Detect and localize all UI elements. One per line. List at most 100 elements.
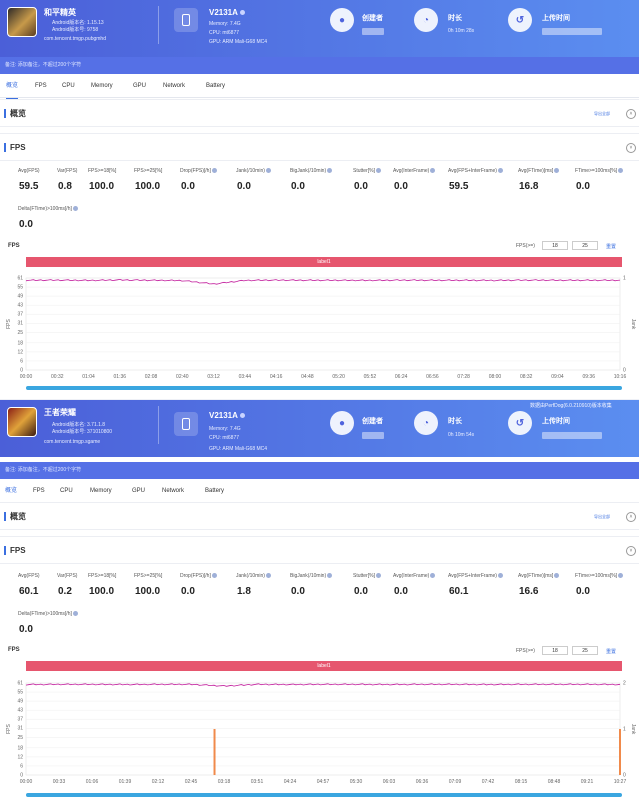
legend-label1[interactable]: label1 — [26, 661, 622, 671]
stat-label: Var(FPS) — [57, 573, 78, 579]
duration-value: 0h 10m 28s — [448, 28, 475, 34]
help-icon[interactable] — [265, 168, 271, 174]
stat-label: Jank(/10min) — [236, 573, 271, 579]
y-axis-label: FPS — [6, 318, 12, 328]
x-tick-label: 03:44 — [239, 374, 252, 380]
tab-fps[interactable]: FPS — [35, 74, 47, 98]
upload-time-label: 上传时间 — [542, 418, 570, 425]
chart-scrollbar[interactable] — [26, 386, 622, 390]
help-icon[interactable] — [72, 206, 78, 212]
tab-overview[interactable]: 概览 — [5, 479, 18, 504]
x-tick-label: 09:21 — [581, 779, 594, 785]
help-icon[interactable] — [211, 573, 217, 579]
section-marker — [4, 143, 6, 152]
x-tick-label: 00:33 — [53, 779, 66, 785]
y2-tick-label: 0 — [623, 368, 626, 374]
stat-label: Drop(FPS)[/h] — [180, 168, 217, 174]
help-icon[interactable] — [430, 573, 436, 579]
y2-axis-label: Jank — [630, 724, 636, 735]
device-name: V2131A — [209, 411, 245, 420]
note-field[interactable]: 备注: 添加备注，不超过200个字符 — [0, 57, 639, 74]
help-icon[interactable] — [211, 168, 217, 174]
overview-section: 概览 导出全部 ˄ — [0, 502, 639, 530]
x-tick-label: 03:51 — [251, 779, 264, 785]
fps-chart: 0612182531374349556100:00 00:33 01:06 01:39… — [6, 681, 636, 786]
phone-icon — [174, 412, 198, 436]
chart-scrollbar[interactable] — [26, 793, 622, 797]
info-icon[interactable] — [239, 413, 245, 419]
phone-icon — [174, 8, 198, 32]
tab-network[interactable]: Network — [163, 74, 185, 98]
chevron-down-icon[interactable]: ˅ — [626, 546, 636, 556]
tab-network[interactable]: Network — [162, 479, 184, 503]
y-tick-label: 18 — [17, 340, 23, 346]
tab-battery[interactable]: Battery — [206, 74, 225, 98]
help-icon[interactable] — [375, 168, 381, 174]
fps-threshold-input-2[interactable]: 25 — [572, 241, 598, 250]
tab-gpu[interactable]: GPU — [133, 74, 146, 98]
app-name: 王者荣耀 — [44, 408, 76, 417]
tab-battery[interactable]: Battery — [205, 479, 224, 503]
y2-tick-label: 0 — [623, 773, 626, 779]
user-icon: ● — [330, 8, 354, 32]
section-marker — [4, 546, 6, 555]
device-memory: Memory: 7.4G — [209, 21, 241, 27]
export-all-button[interactable]: 导出全部 — [594, 100, 610, 128]
stat-label: Drop(FPS)[/h] — [180, 573, 217, 579]
stat-value: 100.0 — [135, 586, 161, 597]
x-tick-label: 06:24 — [395, 374, 408, 380]
help-icon[interactable] — [375, 573, 381, 579]
tab-overview[interactable]: 概览 — [6, 74, 19, 99]
tab-cpu[interactable]: CPU — [62, 74, 75, 98]
fps-threshold-input-1[interactable]: 18 — [542, 646, 568, 655]
x-tick-label: 01:39 — [119, 779, 132, 785]
help-icon[interactable] — [618, 168, 624, 174]
x-tick-label: 02:08 — [145, 374, 158, 380]
chevron-up-icon[interactable]: ˄ — [626, 512, 636, 522]
help-icon[interactable] — [554, 168, 560, 174]
export-all-button[interactable]: 导出全部 — [594, 503, 610, 531]
fps-threshold-input-1[interactable]: 18 — [542, 241, 568, 250]
divider — [158, 406, 159, 444]
tab-gpu[interactable]: GPU — [132, 479, 145, 503]
tab-memory[interactable]: Memory — [91, 74, 113, 98]
history-icon: ↺ — [508, 411, 532, 435]
stat-value: 16.8 — [519, 181, 539, 192]
x-tick-label: 05:30 — [350, 779, 363, 785]
jank-bar — [619, 729, 621, 775]
help-icon[interactable] — [327, 573, 333, 579]
tab-cpu[interactable]: CPU — [60, 479, 73, 503]
chevron-down-icon[interactable]: ˅ — [626, 143, 636, 153]
stat-value: 100.0 — [89, 586, 115, 597]
x-tick-label: 04:48 — [301, 374, 314, 380]
help-icon[interactable] — [265, 573, 271, 579]
x-tick-label: 02:40 — [176, 374, 189, 380]
tab-memory[interactable]: Memory — [90, 479, 112, 503]
stat-label: Var(FPS) — [57, 168, 78, 174]
reset-button[interactable]: 重置 — [606, 648, 616, 655]
y2-tick-label: 2 — [623, 681, 626, 687]
info-icon[interactable] — [239, 10, 245, 16]
help-icon[interactable] — [72, 611, 78, 617]
help-icon[interactable] — [430, 168, 436, 174]
stat-label: Avg(InterFrame) — [393, 573, 436, 579]
app-version-code: Android版本号: 9758 — [52, 27, 99, 33]
help-icon[interactable] — [618, 573, 624, 579]
tab-fps[interactable]: FPS — [33, 479, 45, 503]
help-icon[interactable] — [554, 573, 560, 579]
x-tick-label: 06:03 — [383, 779, 396, 785]
x-tick-label: 08:00 — [489, 374, 502, 380]
fps-title: FPS — [10, 546, 26, 555]
fps-threshold-input-2[interactable]: 25 — [572, 646, 598, 655]
reset-button[interactable]: 重置 — [606, 243, 616, 250]
help-icon[interactable] — [327, 168, 333, 174]
stat-value: 0.0 — [19, 219, 33, 230]
chevron-up-icon[interactable]: ˄ — [626, 109, 636, 119]
legend-label1[interactable]: label1 — [26, 257, 622, 267]
x-tick-label: 04:57 — [317, 779, 330, 785]
note-field[interactable]: 备注: 添加备注，不超过200个字符 — [0, 462, 639, 479]
help-icon[interactable] — [497, 168, 503, 174]
help-icon[interactable] — [497, 573, 503, 579]
stat-label: BigJank(/10min) — [290, 168, 333, 174]
duration-label: 时长 — [448, 15, 462, 22]
